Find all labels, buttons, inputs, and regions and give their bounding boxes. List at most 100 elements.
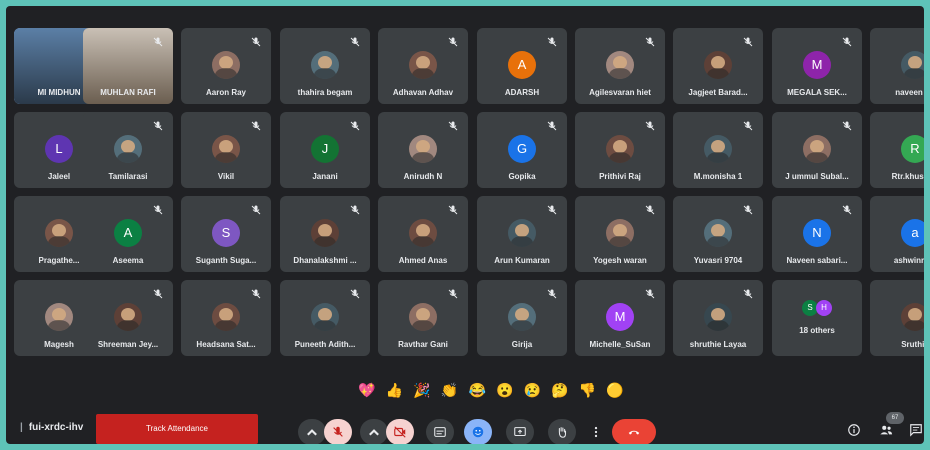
camera-toggle-button[interactable] bbox=[386, 419, 414, 444]
reaction-button[interactable]: 👍 bbox=[384, 379, 406, 401]
participant-name: Aseema bbox=[112, 256, 144, 265]
participant-name: Agilesvaran hiet bbox=[589, 88, 651, 97]
reaction-button[interactable]: 🟡 bbox=[604, 379, 626, 401]
avatar bbox=[114, 303, 142, 331]
avatar: G bbox=[508, 135, 536, 163]
participant-tile[interactable]: Sruthili bbox=[870, 280, 924, 356]
participant-tile[interactable]: Aaron Ray bbox=[181, 28, 271, 104]
participant-name: M.monisha 1 bbox=[693, 172, 743, 181]
microphone-toggle-button[interactable] bbox=[324, 419, 352, 444]
participant-tile[interactable]: Puneeth Adith... bbox=[280, 280, 370, 356]
participant-tile[interactable]: Girija bbox=[477, 280, 567, 356]
avatar bbox=[45, 219, 73, 247]
mic-off-icon bbox=[447, 287, 459, 299]
participant-tile[interactable]: Agilesvaran hiet bbox=[575, 28, 665, 104]
participant-tile[interactable]: a ashwinrath bbox=[870, 196, 924, 272]
end-call-button[interactable] bbox=[612, 419, 656, 444]
participant-tile[interactable]: M Michelle_SuSan bbox=[575, 280, 665, 356]
participant-tile[interactable]: thahira begam bbox=[280, 28, 370, 104]
participant-tile[interactable]: shruthie Layaa bbox=[673, 280, 763, 356]
present-screen-button[interactable] bbox=[506, 419, 534, 444]
participant-name: Shreeman Jey... bbox=[97, 340, 159, 349]
reaction-button[interactable]: 👏 bbox=[439, 379, 461, 401]
participant-tile[interactable]: S Suganth Suga... bbox=[181, 196, 271, 272]
avatar: M bbox=[606, 303, 634, 331]
avatar bbox=[901, 303, 924, 331]
participant-name: Naveen sabari... bbox=[786, 256, 848, 265]
participant-tile[interactable]: J ummul Subal... bbox=[772, 112, 862, 188]
participant-tile[interactable]: R Rtr.khushbu bbox=[870, 112, 924, 188]
audio-options-button[interactable] bbox=[298, 419, 326, 444]
avatar bbox=[212, 135, 240, 163]
reactions-bar: 💖 👍 🎉 👏 😂 😮 😢 🤔 👎 🟡 bbox=[356, 378, 626, 402]
participant-tile[interactable]: Shreeman Jey... bbox=[83, 280, 173, 356]
participant-tile[interactable]: Yogesh waran bbox=[575, 196, 665, 272]
emoji-reactions-button[interactable] bbox=[464, 419, 492, 444]
avatar bbox=[409, 135, 437, 163]
participant-tile[interactable]: A ADARSH bbox=[477, 28, 567, 104]
mic-off-icon bbox=[349, 35, 361, 47]
participant-name: Sruthili bbox=[901, 340, 924, 349]
participant-tile[interactable]: Headsana Sat... bbox=[181, 280, 271, 356]
participant-tile[interactable]: Yuvasri 9704 bbox=[673, 196, 763, 272]
participant-tile[interactable]: G Gopika bbox=[477, 112, 567, 188]
participant-tile[interactable]: N Naveen sabari... bbox=[772, 196, 862, 272]
participant-tile[interactable]: Tamilarasi bbox=[83, 112, 173, 188]
captions-button[interactable] bbox=[426, 419, 454, 444]
meeting-info-button[interactable] bbox=[846, 423, 862, 439]
mic-off-icon bbox=[546, 119, 558, 131]
mic-off-icon bbox=[152, 287, 164, 299]
participant-tile[interactable]: M MEGALA SEK... bbox=[772, 28, 862, 104]
avatar: R bbox=[901, 135, 924, 163]
participant-tile[interactable]: naveen raj bbox=[870, 28, 924, 104]
mic-off-icon bbox=[349, 287, 361, 299]
raise-hand-button[interactable] bbox=[548, 419, 576, 444]
participant-tile[interactable]: Dhanalakshmi ... bbox=[280, 196, 370, 272]
mic-off-icon bbox=[841, 203, 853, 215]
reaction-button[interactable]: 😂 bbox=[466, 379, 488, 401]
participant-name: J ummul Subal... bbox=[785, 172, 849, 181]
participant-tile[interactable]: Ravthar Gani bbox=[378, 280, 468, 356]
participant-tile[interactable]: MUHLAN RAFI bbox=[83, 28, 173, 104]
video-options-button[interactable] bbox=[360, 419, 388, 444]
participant-name: Michelle_SuSan bbox=[589, 340, 651, 349]
end-call-icon bbox=[628, 430, 640, 435]
mic-off-icon bbox=[333, 426, 343, 437]
participant-tile[interactable]: Adhavan Adhav bbox=[378, 28, 468, 104]
participant-name: Rtr.khushbu bbox=[891, 172, 924, 181]
participant-tile[interactable]: Anirudh N bbox=[378, 112, 468, 188]
meeting-code: fui-xrdc-ihv bbox=[20, 422, 83, 433]
people-button[interactable] bbox=[878, 423, 894, 439]
participant-tile[interactable]: Jagjeet Barad... bbox=[673, 28, 763, 104]
chat-button[interactable] bbox=[908, 423, 924, 439]
participant-tile[interactable]: A Aseema bbox=[83, 196, 173, 272]
participant-name: Janani bbox=[312, 172, 338, 181]
reaction-button[interactable]: 💖 bbox=[356, 379, 378, 401]
participant-tile[interactable]: Arun Kumaran bbox=[477, 196, 567, 272]
reaction-button[interactable]: 🎉 bbox=[411, 379, 433, 401]
reaction-button[interactable]: 🤔 bbox=[549, 379, 571, 401]
mic-off-icon bbox=[152, 203, 164, 215]
participant-tile[interactable]: Ahmed Anas bbox=[378, 196, 468, 272]
participant-tile[interactable]: S H 18 others bbox=[772, 280, 862, 356]
participant-tile[interactable]: Vikil bbox=[181, 112, 271, 188]
track-attendance-button[interactable]: Track Attendance bbox=[96, 414, 258, 444]
participant-name: thahira begam bbox=[297, 88, 353, 97]
mic-off-icon bbox=[644, 203, 656, 215]
participant-tile[interactable]: Prithivi Raj bbox=[575, 112, 665, 188]
participant-name: Girija bbox=[511, 340, 533, 349]
reaction-button[interactable]: 👎 bbox=[576, 379, 598, 401]
more-options-button[interactable] bbox=[588, 419, 604, 444]
mic-off-icon bbox=[644, 35, 656, 47]
reaction-button[interactable]: 😢 bbox=[521, 379, 543, 401]
mic-off-icon bbox=[841, 35, 853, 47]
participant-name: Gopika bbox=[508, 172, 536, 181]
mic-off-icon bbox=[349, 203, 361, 215]
avatar bbox=[901, 51, 924, 79]
participant-tile[interactable]: M.monisha 1 bbox=[673, 112, 763, 188]
avatar: M bbox=[803, 51, 831, 79]
reaction-button[interactable]: 😮 bbox=[494, 379, 516, 401]
mic-off-icon bbox=[250, 35, 262, 47]
participant-tile[interactable]: J Janani bbox=[280, 112, 370, 188]
participant-name: Vikil bbox=[217, 172, 235, 181]
